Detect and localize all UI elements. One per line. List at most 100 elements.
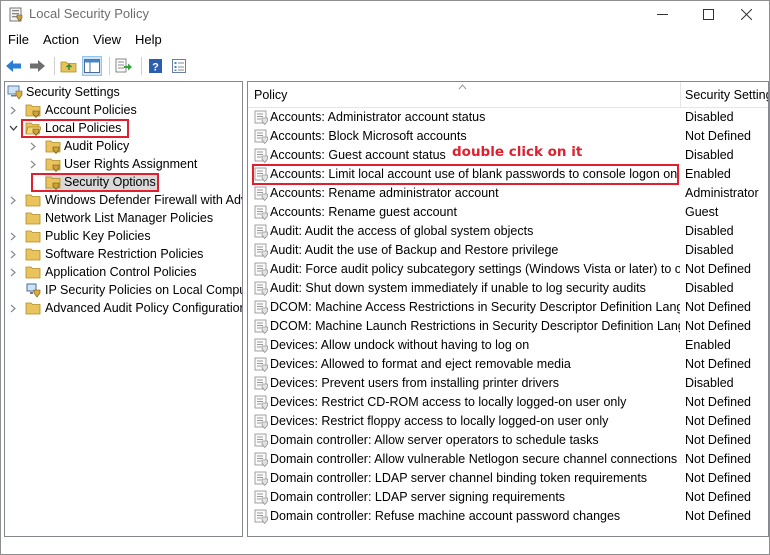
policy-row[interactable]: DCOM: Machine Access Restrictions in Sec… (248, 298, 768, 317)
folder-policy-icon (25, 102, 41, 118)
expand-chevron-icon[interactable] (27, 155, 39, 173)
policy-row[interactable]: Domain controller: Allow vulnerable Netl… (248, 450, 768, 469)
highlight-box-local-policies (21, 119, 129, 138)
show-hide-console-tree-button[interactable] (82, 55, 102, 76)
policy-name: Audit: Force audit policy subcategory se… (270, 262, 680, 276)
list-column-header: Policy Security Setting (248, 82, 768, 108)
back-icon (6, 59, 21, 72)
policy-list[interactable]: Policy Security Setting double click on … (247, 81, 769, 537)
forward-button[interactable] (27, 56, 47, 76)
tree-item-user-rights-assignment[interactable]: User Rights Assignment (7, 155, 242, 173)
help-button[interactable]: ? (146, 56, 166, 76)
policy-setting-icon (254, 281, 269, 296)
tree-item-application-control-policies[interactable]: Application Control Policies (7, 263, 242, 281)
policy-row[interactable]: Audit: Audit the use of Backup and Resto… (248, 241, 768, 260)
policy-setting-icon (254, 395, 269, 410)
policy-setting-icon (254, 129, 269, 144)
policy-row[interactable]: Accounts: Administrator account status Di… (248, 108, 768, 127)
title-bar[interactable]: Local Security Policy (1, 1, 769, 28)
collapse-chevron-icon[interactable] (7, 119, 19, 137)
expand-chevron-icon[interactable] (7, 191, 19, 209)
menu-action[interactable]: Action (36, 30, 86, 50)
tree-item-public-key-policies[interactable]: Public Key Policies (7, 227, 242, 245)
menu-view[interactable]: View (86, 30, 128, 50)
policy-name: Devices: Allow undock without having to … (270, 338, 530, 352)
tree-item-windows-defender-firewall[interactable]: Windows Defender Firewall with Adva (7, 191, 242, 209)
expand-chevron-icon[interactable] (7, 227, 19, 245)
policy-row[interactable]: Audit: Audit the access of global system… (248, 222, 768, 241)
column-divider[interactable] (680, 82, 681, 108)
policy-setting-icon (254, 224, 269, 239)
policy-row[interactable]: Accounts: Guest account status Disabled (248, 146, 768, 165)
tree-item-audit-policy[interactable]: Audit Policy (7, 137, 242, 155)
window-title: Local Security Policy (29, 6, 149, 21)
expand-chevron-icon[interactable] (7, 101, 19, 119)
policy-row[interactable]: Audit: Shut down system immediately if u… (248, 279, 768, 298)
tree-item-security-settings[interactable]: Security Settings (7, 83, 242, 101)
policy-row[interactable]: Accounts: Rename administrator account Ad… (248, 184, 768, 203)
policy-name: Devices: Restrict CD-ROM access to local… (270, 395, 627, 409)
expand-chevron-icon[interactable] (7, 299, 19, 317)
toolbar-separator (54, 56, 55, 75)
export-list-button[interactable] (114, 56, 134, 76)
policy-name: Domain controller: Allow server operator… (270, 433, 599, 447)
folder-icon (25, 300, 41, 316)
expand-chevron-icon[interactable] (7, 263, 19, 281)
policy-row[interactable]: Devices: Allow undock without having to … (248, 336, 768, 355)
close-button[interactable] (723, 1, 769, 28)
folder-icon (25, 192, 41, 208)
policy-setting-icon (254, 243, 269, 258)
policy-row[interactable]: Domain controller: LDAP server channel b… (248, 469, 768, 488)
security-setting-value: Disabled (685, 224, 734, 238)
security-setting-value: Enabled (685, 167, 731, 181)
column-header-security-setting[interactable]: Security Setting (685, 88, 768, 102)
close-icon (740, 9, 752, 20)
policy-name: DCOM: Machine Launch Restrictions in Sec… (270, 319, 680, 333)
policy-row[interactable]: Audit: Force audit policy subcategory se… (248, 260, 768, 279)
up-one-level-button[interactable] (59, 56, 79, 76)
security-setting-value: Not Defined (685, 300, 752, 314)
security-setting-value: Not Defined (685, 414, 752, 428)
security-setting-value: Not Defined (685, 509, 752, 523)
policy-row[interactable]: Devices: Prevent users from installing p… (248, 374, 768, 393)
policy-setting-icon (254, 262, 269, 277)
policy-row[interactable]: Devices: Allowed to format and eject rem… (248, 355, 768, 374)
policy-setting-icon (254, 338, 269, 353)
menu-file[interactable]: File (1, 30, 36, 50)
security-setting-value: Disabled (685, 148, 734, 162)
policy-setting-icon (254, 452, 269, 467)
tree-item-ip-security-policies[interactable]: IP Security Policies on Local Compute (7, 281, 242, 299)
security-setting-value: Not Defined (685, 452, 752, 466)
tree-item-software-restriction-policies[interactable]: Software Restriction Policies (7, 245, 242, 263)
help-icon: ? (149, 58, 162, 73)
toolbar: ? (1, 52, 769, 79)
policy-row[interactable]: Domain controller: LDAP server signing r… (248, 488, 768, 507)
local-security-policy-app-icon (9, 7, 23, 22)
column-header-policy[interactable]: Policy (254, 88, 287, 102)
menu-help[interactable]: Help (128, 30, 169, 50)
up-folder-icon (60, 61, 77, 72)
policy-row[interactable]: DCOM: Machine Launch Restrictions in Sec… (248, 317, 768, 336)
policy-row[interactable]: Devices: Restrict CD-ROM access to local… (248, 393, 768, 412)
policy-setting-icon (254, 357, 269, 372)
policy-row[interactable]: Domain controller: Refuse machine accoun… (248, 507, 768, 526)
policy-row[interactable]: Devices: Restrict floppy access to local… (248, 412, 768, 431)
expand-chevron-icon[interactable] (27, 137, 39, 155)
minimize-button[interactable] (639, 1, 685, 28)
folder-icon (25, 228, 41, 244)
ip-security-icon (25, 282, 41, 298)
console-tree[interactable]: Security Settings Account Policies Local… (4, 81, 243, 537)
security-setting-value: Not Defined (685, 490, 752, 504)
policy-name: Devices: Allowed to format and eject rem… (270, 357, 571, 371)
policy-row[interactable]: Accounts: Block Microsoft accounts Not De… (248, 127, 768, 146)
policy-row[interactable]: Domain controller: Allow server operator… (248, 431, 768, 450)
tree-item-account-policies[interactable]: Account Policies (7, 101, 242, 119)
properties-button[interactable] (169, 56, 189, 76)
policy-name: Audit: Shut down system immediately if u… (270, 281, 646, 295)
back-button[interactable] (4, 56, 24, 76)
tree-item-advanced-audit-policy-configuration[interactable]: Advanced Audit Policy Configuration (7, 299, 242, 317)
policy-row[interactable]: Accounts: Rename guest account Guest (248, 203, 768, 222)
tree-item-network-list-manager-policies[interactable]: Network List Manager Policies (7, 209, 242, 227)
expand-chevron-icon[interactable] (7, 245, 19, 263)
toolbar-separator (109, 56, 110, 75)
